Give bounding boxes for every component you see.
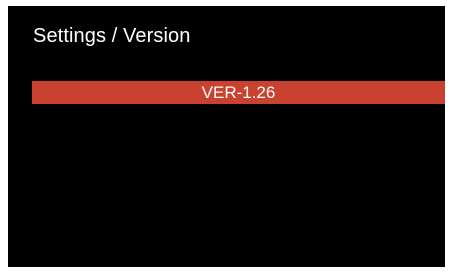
version-label: VER-1.26 xyxy=(201,83,276,102)
version-row[interactable]: VER-1.26 xyxy=(32,81,445,104)
page-title: Settings / Version xyxy=(33,25,191,47)
device-screen: Settings / Version VER-1.26 xyxy=(8,6,445,267)
